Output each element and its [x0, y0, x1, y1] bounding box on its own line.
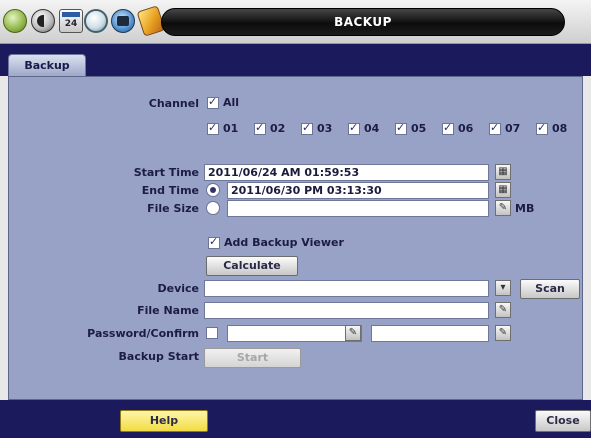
- channel-label: Channel: [148, 97, 199, 110]
- tab-backup[interactable]: Backup: [8, 54, 86, 76]
- window-title: BACKUP: [161, 8, 565, 36]
- password-field[interactable]: [227, 325, 362, 342]
- file-size-radio[interactable]: [206, 201, 220, 215]
- end-time-calendar-icon[interactable]: ▦: [495, 182, 511, 198]
- end-time-field[interactable]: 2011/06/30 PM 03:13:30: [227, 182, 489, 199]
- channel-02-checkbox[interactable]: [254, 121, 266, 135]
- file-name-edit-icon[interactable]: ✎: [495, 302, 511, 318]
- add-backup-viewer-checkbox[interactable]: [208, 235, 220, 249]
- start-time-calendar-icon[interactable]: ▦: [495, 164, 511, 180]
- file-name-label: File Name: [137, 304, 199, 317]
- channel-all-label: All: [223, 96, 240, 109]
- file-name-field[interactable]: [204, 302, 489, 319]
- start-time-field[interactable]: 2011/06/24 AM 01:59:53: [204, 164, 489, 181]
- file-size-label: File Size: [147, 202, 199, 215]
- channel-04-checkbox[interactable]: [348, 121, 360, 135]
- channel-06-label: 06: [458, 122, 474, 135]
- top-toolbar: 24 BACKUP: [0, 0, 591, 44]
- device-select[interactable]: [204, 280, 489, 297]
- channel-05-checkbox[interactable]: [395, 121, 407, 135]
- channel-08-label: 08: [552, 122, 568, 135]
- system-icon[interactable]: [3, 9, 27, 33]
- footer-bar: Help Close: [0, 400, 591, 438]
- add-backup-viewer-label: Add Backup Viewer: [224, 236, 344, 249]
- end-time-radio[interactable]: [206, 183, 220, 197]
- backup-disc-icon[interactable]: [111, 9, 135, 33]
- scan-button[interactable]: Scan: [520, 279, 580, 299]
- channel-05-label: 05: [411, 122, 427, 135]
- backup-start-label: Backup Start: [118, 350, 199, 363]
- file-size-edit-icon[interactable]: ✎: [495, 200, 511, 216]
- channel-03-label: 03: [317, 122, 333, 135]
- file-size-field[interactable]: [227, 200, 489, 217]
- channel-06-checkbox[interactable]: [442, 121, 454, 135]
- confirm-password-edit-icon[interactable]: ✎: [495, 325, 511, 341]
- start-backup-button[interactable]: Start: [204, 348, 301, 368]
- channel-01-label: 01: [223, 122, 239, 135]
- backup-panel: Channel All 01 02 03 04 05 06 07 08 Star…: [8, 76, 583, 400]
- channel-04-label: 04: [364, 122, 380, 135]
- channel-01-checkbox[interactable]: [207, 121, 219, 135]
- channel-03-checkbox[interactable]: [301, 121, 313, 135]
- end-time-label: End Time: [141, 184, 199, 197]
- file-size-unit: MB: [515, 202, 535, 215]
- password-confirm-label: Password/Confirm: [87, 327, 199, 340]
- channel-07-label: 07: [505, 122, 521, 135]
- help-button[interactable]: Help: [120, 410, 208, 432]
- confirm-password-field[interactable]: [371, 325, 489, 342]
- calculate-button[interactable]: Calculate: [206, 256, 298, 276]
- device-dropdown-chevron-down-icon[interactable]: ▾: [495, 280, 511, 296]
- close-button[interactable]: Close: [535, 410, 591, 432]
- channel-07-checkbox[interactable]: [489, 121, 501, 135]
- password-edit-icon[interactable]: ✎: [345, 325, 361, 341]
- device-label: Device: [157, 282, 199, 295]
- channel-02-label: 02: [270, 122, 286, 135]
- channel-08-checkbox[interactable]: [536, 121, 548, 135]
- tab-strip: Backup: [0, 44, 591, 76]
- network-icon[interactable]: [84, 9, 108, 33]
- start-time-label: Start Time: [133, 166, 199, 179]
- channel-all-checkbox[interactable]: [207, 95, 219, 109]
- schedule-calendar-icon[interactable]: 24: [59, 9, 83, 33]
- password-checkbox[interactable]: [206, 327, 218, 339]
- record-icon[interactable]: [31, 9, 55, 33]
